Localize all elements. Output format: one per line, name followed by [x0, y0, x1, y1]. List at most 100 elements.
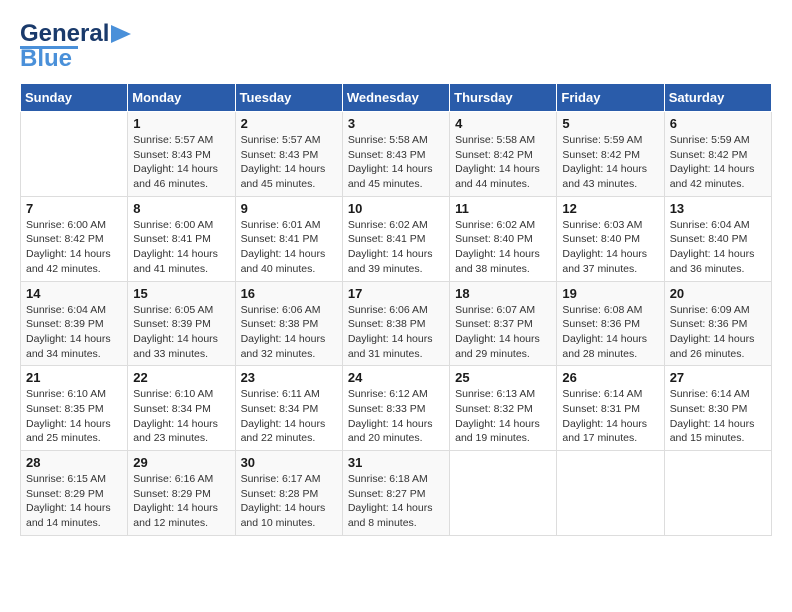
day-number: 29 — [133, 455, 229, 470]
day-info: Sunrise: 6:18 AM Sunset: 8:27 PM Dayligh… — [348, 472, 444, 531]
day-cell: 20 Sunrise: 6:09 AM Sunset: 8:36 PM Dayli… — [664, 281, 771, 366]
day-cell: 2 Sunrise: 5:57 AM Sunset: 8:43 PM Daylig… — [235, 112, 342, 197]
week-row-2: 7 Sunrise: 6:00 AM Sunset: 8:42 PM Daylig… — [21, 196, 772, 281]
day-number: 25 — [455, 370, 551, 385]
day-cell — [664, 451, 771, 536]
day-cell — [450, 451, 557, 536]
day-number: 7 — [26, 201, 122, 216]
day-cell: 14 Sunrise: 6:04 AM Sunset: 8:39 PM Dayli… — [21, 281, 128, 366]
weekday-header-thursday: Thursday — [450, 84, 557, 112]
day-info: Sunrise: 6:04 AM Sunset: 8:39 PM Dayligh… — [26, 303, 122, 362]
day-info: Sunrise: 6:02 AM Sunset: 8:41 PM Dayligh… — [348, 218, 444, 277]
day-info: Sunrise: 6:14 AM Sunset: 8:31 PM Dayligh… — [562, 387, 658, 446]
calendar-table: SundayMondayTuesdayWednesdayThursdayFrid… — [20, 83, 772, 536]
day-cell: 18 Sunrise: 6:07 AM Sunset: 8:37 PM Dayli… — [450, 281, 557, 366]
day-cell: 13Sunrise: 6:04 AM Sunset: 8:40 PM Dayli… — [664, 196, 771, 281]
day-number: 17 — [348, 286, 444, 301]
day-cell: 22Sunrise: 6:10 AM Sunset: 8:34 PM Dayli… — [128, 366, 235, 451]
day-number: 28 — [26, 455, 122, 470]
day-info: Sunrise: 6:01 AM Sunset: 8:41 PM Dayligh… — [241, 218, 337, 277]
day-number: 31 — [348, 455, 444, 470]
day-number: 26 — [562, 370, 658, 385]
day-cell: 24 Sunrise: 6:12 AM Sunset: 8:33 PM Dayli… — [342, 366, 449, 451]
week-row-4: 21 Sunrise: 6:10 AM Sunset: 8:35 PM Dayli… — [21, 366, 772, 451]
day-info: Sunrise: 5:58 AM Sunset: 8:43 PM Dayligh… — [348, 133, 444, 192]
day-cell: 30 Sunrise: 6:17 AM Sunset: 8:28 PM Dayli… — [235, 451, 342, 536]
day-cell: 25 Sunrise: 6:13 AM Sunset: 8:32 PM Dayli… — [450, 366, 557, 451]
day-cell: 28 Sunrise: 6:15 AM Sunset: 8:29 PM Dayli… — [21, 451, 128, 536]
day-info: Sunrise: 6:11 AM Sunset: 8:34 PM Dayligh… — [241, 387, 337, 446]
day-info: Sunrise: 5:59 AM Sunset: 8:42 PM Dayligh… — [670, 133, 766, 192]
day-number: 15 — [133, 286, 229, 301]
weekday-header-saturday: Saturday — [664, 84, 771, 112]
day-number: 20 — [670, 286, 766, 301]
day-cell: 26 Sunrise: 6:14 AM Sunset: 8:31 PM Dayli… — [557, 366, 664, 451]
day-cell — [557, 451, 664, 536]
day-info: Sunrise: 6:10 AM Sunset: 8:35 PM Dayligh… — [26, 387, 122, 446]
day-number: 22 — [133, 370, 229, 385]
day-info: Sunrise: 6:16 AM Sunset: 8:29 PM Dayligh… — [133, 472, 229, 531]
day-number: 6 — [670, 116, 766, 131]
weekday-header-wednesday: Wednesday — [342, 84, 449, 112]
day-number: 4 — [455, 116, 551, 131]
day-info: Sunrise: 6:14 AM Sunset: 8:30 PM Dayligh… — [670, 387, 766, 446]
day-cell: 19Sunrise: 6:08 AM Sunset: 8:36 PM Dayli… — [557, 281, 664, 366]
day-cell: 6 Sunrise: 5:59 AM Sunset: 8:42 PM Daylig… — [664, 112, 771, 197]
day-cell: 16 Sunrise: 6:06 AM Sunset: 8:38 PM Dayli… — [235, 281, 342, 366]
day-info: Sunrise: 6:12 AM Sunset: 8:33 PM Dayligh… — [348, 387, 444, 446]
week-row-3: 14 Sunrise: 6:04 AM Sunset: 8:39 PM Dayli… — [21, 281, 772, 366]
day-cell: 4Sunrise: 5:58 AM Sunset: 8:42 PM Daylig… — [450, 112, 557, 197]
week-row-5: 28 Sunrise: 6:15 AM Sunset: 8:29 PM Dayli… — [21, 451, 772, 536]
day-cell: 23 Sunrise: 6:11 AM Sunset: 8:34 PM Dayli… — [235, 366, 342, 451]
day-cell: 8 Sunrise: 6:00 AM Sunset: 8:41 PM Daylig… — [128, 196, 235, 281]
day-cell: 12Sunrise: 6:03 AM Sunset: 8:40 PM Dayli… — [557, 196, 664, 281]
day-info: Sunrise: 6:02 AM Sunset: 8:40 PM Dayligh… — [455, 218, 551, 277]
logo-text-general: General — [20, 20, 109, 48]
day-info: Sunrise: 6:13 AM Sunset: 8:32 PM Dayligh… — [455, 387, 551, 446]
logo-text-blue: Blue — [20, 45, 72, 73]
day-number: 16 — [241, 286, 337, 301]
day-number: 30 — [241, 455, 337, 470]
day-number: 5 — [562, 116, 658, 131]
day-number: 8 — [133, 201, 229, 216]
day-info: Sunrise: 6:15 AM Sunset: 8:29 PM Dayligh… — [26, 472, 122, 531]
day-cell: 5 Sunrise: 5:59 AM Sunset: 8:42 PM Daylig… — [557, 112, 664, 197]
week-row-1: 1 Sunrise: 5:57 AM Sunset: 8:43 PM Daylig… — [21, 112, 772, 197]
day-number: 14 — [26, 286, 122, 301]
day-info: Sunrise: 6:05 AM Sunset: 8:39 PM Dayligh… — [133, 303, 229, 362]
logo-arrow-icon — [111, 25, 131, 43]
weekday-header-friday: Friday — [557, 84, 664, 112]
day-info: Sunrise: 5:57 AM Sunset: 8:43 PM Dayligh… — [133, 133, 229, 192]
day-cell: 29 Sunrise: 6:16 AM Sunset: 8:29 PM Dayli… — [128, 451, 235, 536]
day-number: 21 — [26, 370, 122, 385]
day-cell: 31 Sunrise: 6:18 AM Sunset: 8:27 PM Dayli… — [342, 451, 449, 536]
day-info: Sunrise: 6:00 AM Sunset: 8:42 PM Dayligh… — [26, 218, 122, 277]
day-info: Sunrise: 5:57 AM Sunset: 8:43 PM Dayligh… — [241, 133, 337, 192]
day-cell — [21, 112, 128, 197]
header: General Blue — [20, 20, 772, 73]
day-number: 23 — [241, 370, 337, 385]
day-number: 9 — [241, 201, 337, 216]
day-cell: 17 Sunrise: 6:06 AM Sunset: 8:38 PM Dayli… — [342, 281, 449, 366]
day-cell: 7 Sunrise: 6:00 AM Sunset: 8:42 PM Daylig… — [21, 196, 128, 281]
day-number: 12 — [562, 201, 658, 216]
day-number: 2 — [241, 116, 337, 131]
day-info: Sunrise: 6:07 AM Sunset: 8:37 PM Dayligh… — [455, 303, 551, 362]
weekday-header-sunday: Sunday — [21, 84, 128, 112]
day-info: Sunrise: 6:00 AM Sunset: 8:41 PM Dayligh… — [133, 218, 229, 277]
day-number: 24 — [348, 370, 444, 385]
day-number: 1 — [133, 116, 229, 131]
day-info: Sunrise: 6:06 AM Sunset: 8:38 PM Dayligh… — [348, 303, 444, 362]
day-cell: 10Sunrise: 6:02 AM Sunset: 8:41 PM Dayli… — [342, 196, 449, 281]
day-info: Sunrise: 6:17 AM Sunset: 8:28 PM Dayligh… — [241, 472, 337, 531]
day-info: Sunrise: 6:09 AM Sunset: 8:36 PM Dayligh… — [670, 303, 766, 362]
weekday-header-tuesday: Tuesday — [235, 84, 342, 112]
day-cell: 27Sunrise: 6:14 AM Sunset: 8:30 PM Dayli… — [664, 366, 771, 451]
day-number: 18 — [455, 286, 551, 301]
day-cell: 15 Sunrise: 6:05 AM Sunset: 8:39 PM Dayli… — [128, 281, 235, 366]
day-info: Sunrise: 5:59 AM Sunset: 8:42 PM Dayligh… — [562, 133, 658, 192]
day-number: 19 — [562, 286, 658, 301]
day-cell: 11Sunrise: 6:02 AM Sunset: 8:40 PM Dayli… — [450, 196, 557, 281]
day-info: Sunrise: 6:06 AM Sunset: 8:38 PM Dayligh… — [241, 303, 337, 362]
weekday-header-row: SundayMondayTuesdayWednesdayThursdayFrid… — [21, 84, 772, 112]
